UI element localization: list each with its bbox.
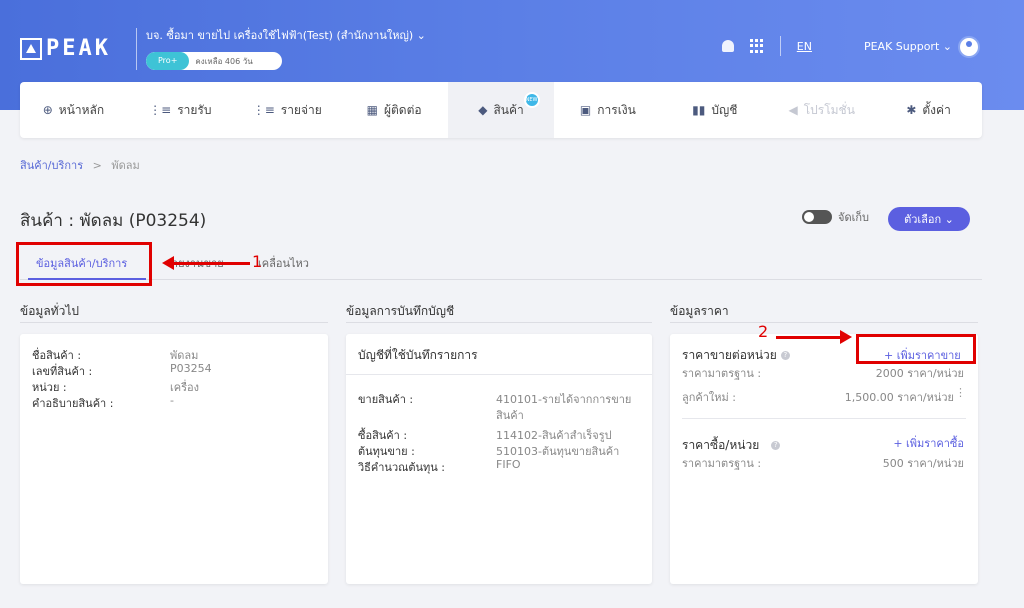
breadcrumb-current: พัดลม: [111, 159, 140, 172]
tab-movement[interactable]: เคลื่อนไหว: [258, 254, 309, 272]
breadcrumb-separator: >: [92, 159, 102, 172]
logo-text: PEAK: [46, 36, 111, 61]
nav-contacts[interactable]: ▦ ผู้ติดต่อ: [341, 82, 448, 138]
options-button[interactable]: ตัวเลือก ⌄: [888, 207, 970, 231]
description-value: -: [170, 394, 174, 407]
user-menu[interactable]: PEAK Support ⌄: [864, 40, 952, 53]
top-right-actions: EN PEAK Support ⌄: [721, 36, 952, 56]
peak-logo[interactable]: PEAK: [20, 36, 111, 61]
nav-label: ผู้ติดต่อ: [383, 102, 422, 117]
expense-icon: ⋮≡: [252, 103, 275, 117]
sales-account-label: ขายสินค้า :: [358, 393, 414, 406]
finance-icon: ▣: [579, 103, 592, 117]
product-code-value: P03254: [170, 362, 212, 375]
annotation-arrowhead-2: [840, 330, 852, 344]
main-nav: ⊕ หน้าหลัก ⋮≡ รายรับ ⋮≡ รายจ่าย ▦ ผู้ติดต่อ …: [20, 82, 982, 138]
help-icon[interactable]: ?: [780, 351, 790, 360]
products-icon: ◆: [478, 103, 488, 117]
nav-label: โปรโมชั่น: [803, 102, 855, 117]
nav-settings[interactable]: ✱ ตั้งค่า: [875, 82, 982, 138]
breadcrumb: สินค้า/บริการ > พัดลม: [20, 156, 140, 174]
buy-price-title: ราคาซื้อ/หน่วย?: [682, 436, 781, 455]
plan-remaining: คงเหลือ 406 วัน: [195, 56, 253, 66]
cost-method-value: FIFO: [496, 458, 521, 471]
sell-price-title: ราคาขายต่อหน่วย?: [682, 346, 790, 365]
nav-income[interactable]: ⋮≡ รายรับ: [127, 82, 234, 138]
annotation-box-1: [16, 242, 152, 286]
header-divider: [779, 36, 781, 56]
description-label: คำอธิบายสินค้า :: [32, 397, 114, 410]
more-options-icon[interactable]: ⋮: [955, 386, 966, 399]
pricing-section-title: ข้อมูลราคา: [670, 304, 729, 318]
toggle-switch[interactable]: [802, 210, 832, 224]
nav-label: บัญชี: [711, 102, 738, 117]
plan-badge: Pro+ คงเหลือ 406 วัน: [146, 52, 282, 70]
sell-standard-value: 2000 ราคา/หน่วย: [875, 367, 964, 380]
divider: [20, 322, 328, 323]
promotion-icon: ◀: [788, 103, 798, 117]
unit-value: เครื่อง: [170, 381, 200, 394]
accounting-card: บัญชีที่ใช้บันทึกรายการ ขายสินค้า : 4101…: [346, 334, 652, 584]
nav-label: ตั้งค่า: [922, 102, 951, 117]
company-selector[interactable]: บจ. ซื้อมา ขายไป เครื่องใช้ไฟฟ้า(Test) (…: [146, 26, 426, 44]
apps-grid-icon[interactable]: [749, 39, 764, 53]
annotation-number-2: 2: [758, 322, 769, 341]
add-buy-price-link[interactable]: + เพิ่มราคาซื้อ: [893, 434, 964, 452]
divider: [346, 322, 652, 323]
divider: [682, 418, 966, 419]
language-switch[interactable]: EN: [797, 40, 812, 53]
buy-price-title-text: ราคาซื้อ/หน่วย: [682, 438, 760, 452]
accounting-card-title: บัญชีที่ใช้บันทึกรายการ: [358, 348, 478, 362]
annotation-box-2: [856, 334, 976, 364]
archive-toggle[interactable]: จัดเก็บ: [802, 208, 869, 226]
settings-icon: ✱: [906, 103, 917, 117]
logo-divider: [136, 28, 137, 70]
cost-method-label: วิธีคำนวณต้นทุน :: [358, 461, 445, 474]
plan-name: Pro+: [146, 52, 190, 70]
help-icon[interactable]: ?: [771, 441, 781, 450]
buy-standard-value: 500 ราคา/หน่วย: [882, 457, 964, 470]
archive-label: จัดเก็บ: [838, 211, 869, 224]
new-customer-label: ลูกค้าใหม่ :: [682, 391, 737, 404]
sales-account-value-cont: สินค้า: [496, 409, 524, 422]
nav-home[interactable]: ⊕ หน้าหลัก: [20, 82, 127, 138]
nav-label: รายรับ: [177, 102, 212, 117]
sell-price-title-text: ราคาขายต่อหน่วย: [682, 348, 777, 362]
nav-label: การเงิน: [597, 102, 636, 117]
annotation-arrowhead-1: [162, 256, 174, 270]
user-avatar-icon[interactable]: [958, 36, 980, 58]
divider: [346, 374, 652, 375]
nav-finance[interactable]: ▣ การเงิน: [554, 82, 661, 138]
nav-label: หน้าหลัก: [58, 102, 105, 117]
nav-products[interactable]: ◆ สินค้า NEW: [447, 82, 555, 138]
contacts-icon: ▦: [366, 103, 378, 117]
nav-label: รายจ่าย: [280, 102, 322, 117]
income-icon: ⋮≡: [149, 103, 172, 117]
new-badge: NEW: [523, 92, 540, 108]
general-info-card: ชื่อสินค้า : พัดลม เลขที่สินค้า : P03254…: [20, 334, 328, 584]
nav-accounting[interactable]: ▮▮ บัญชี: [661, 82, 768, 138]
accounting-icon: ▮▮: [692, 103, 706, 117]
general-section-title: ข้อมูลทั่วไป: [20, 304, 79, 318]
annotation-number-1: 1: [252, 252, 263, 271]
divider: [670, 322, 978, 323]
nav-expense[interactable]: ⋮≡ รายจ่าย: [234, 82, 341, 138]
pricing-card: ราคาขายต่อหน่วย? + เพิ่มราคาขาย ราคามาตร…: [670, 334, 978, 584]
accounting-section-title: ข้อมูลการบันทึกบัญชี: [346, 304, 455, 318]
annotation-arrow-2: [776, 336, 842, 339]
logo-mark-icon: [20, 37, 42, 60]
annotation-arrow-1: [170, 262, 250, 265]
page-title: สินค้า : พัดลม (P03254): [20, 211, 207, 231]
sell-standard-label: ราคามาตรฐาน :: [682, 367, 762, 380]
buy-standard-label: ราคามาตรฐาน :: [682, 457, 762, 470]
new-customer-value: 1,500.00 ราคา/หน่วย: [844, 391, 954, 404]
bell-icon[interactable]: [721, 40, 734, 52]
nav-promotion[interactable]: ◀ โปรโมชั่น: [768, 82, 875, 138]
nav-label: สินค้า: [493, 102, 524, 117]
breadcrumb-parent[interactable]: สินค้า/บริการ: [20, 159, 83, 172]
dashboard-icon: ⊕: [42, 103, 53, 117]
